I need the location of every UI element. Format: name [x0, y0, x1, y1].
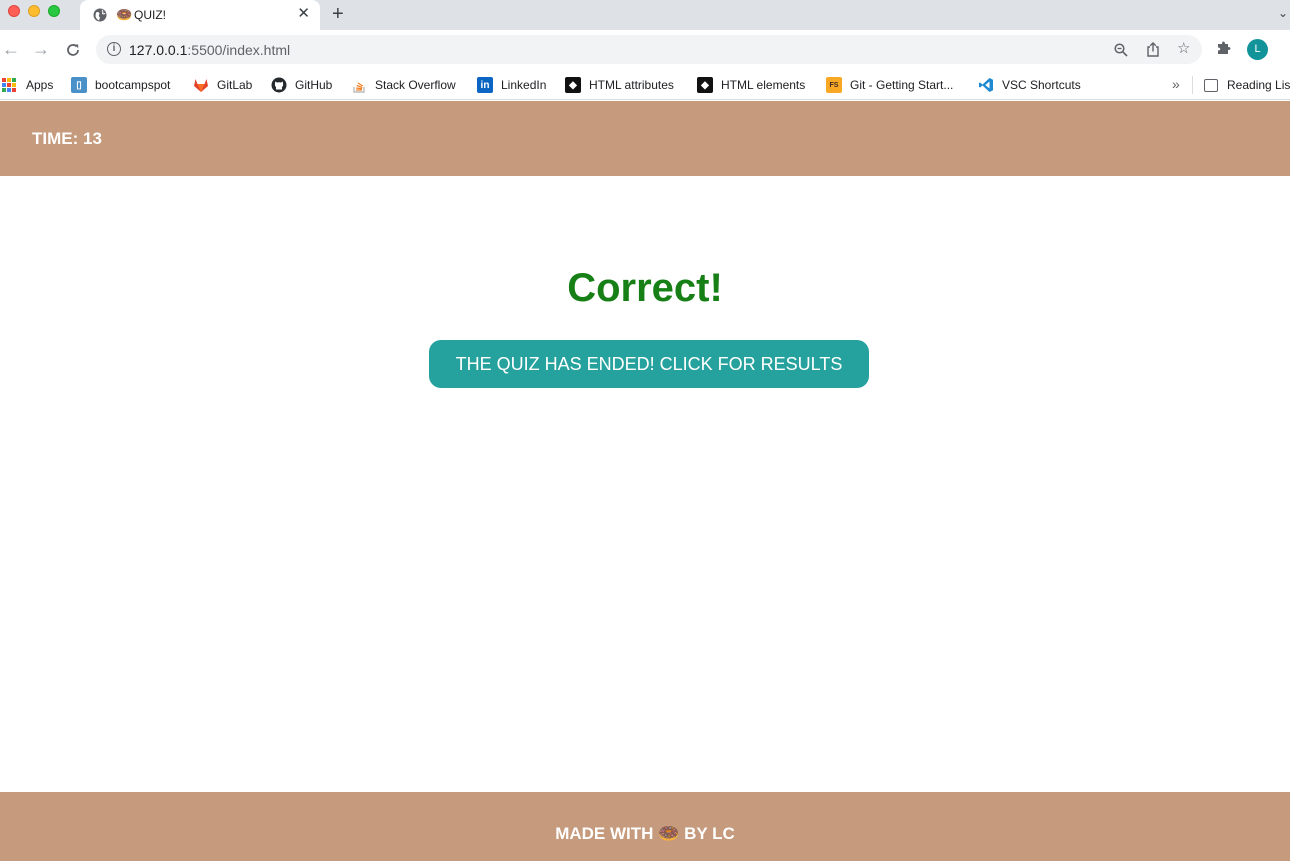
info-icon[interactable]: i [107, 42, 121, 56]
new-tab-button[interactable]: + [332, 3, 344, 25]
stackoverflow-icon [353, 82, 365, 93]
browser-tab-strip: 🍩 QUIZ! ✕ + ⌄ [0, 0, 1290, 30]
minimize-window-button[interactable] [28, 5, 40, 17]
bookmark-bootcampspot[interactable]: ▯ bootcampspot [71, 74, 170, 96]
html-elements-icon: ◆ [697, 77, 713, 93]
chevron-down-icon[interactable]: ⌄ [1278, 6, 1288, 20]
bootcampspot-icon: ▯ [71, 77, 87, 93]
bookmark-label: bootcampspot [95, 78, 171, 92]
git-icon: FS [826, 77, 842, 93]
forward-arrow-icon[interactable]: → [32, 39, 50, 59]
donut-icon: 🍩 [658, 824, 680, 843]
reading-list-label: Reading Lis [1227, 78, 1290, 92]
quiz-footer: MADE WITH 🍩 BY LC [0, 792, 1290, 861]
bookmark-label: Git - Getting Start... [850, 78, 954, 92]
vscode-icon [979, 78, 993, 92]
timer-display: TIME: 13 [32, 129, 102, 148]
linkedin-icon: in [477, 77, 493, 93]
browser-toolbar: ← → i 127.0.0.1:5500/index.html ☆ L ⋮ [0, 30, 1290, 70]
globe-icon [93, 8, 107, 22]
reading-list-button[interactable]: Reading Lis [1204, 74, 1290, 96]
reload-icon[interactable] [65, 42, 81, 58]
bookmark-label: GitHub [295, 78, 333, 92]
bookmark-github[interactable]: GitHub [271, 74, 332, 96]
footer-suffix: BY LC [684, 824, 735, 843]
bookmark-label: VSC Shortcuts [1002, 78, 1081, 92]
github-icon [271, 77, 287, 93]
url-text[interactable]: 127.0.0.1:5500/index.html [129, 42, 290, 58]
tab-title: QUIZ! [134, 8, 166, 22]
bookmark-apps[interactable]: Apps [2, 74, 53, 96]
profile-avatar[interactable]: L [1247, 39, 1268, 60]
more-bookmarks-icon[interactable]: » [1172, 76, 1180, 92]
html-attributes-icon: ◆ [565, 77, 581, 93]
maximize-window-button[interactable] [48, 5, 60, 17]
bookmark-label: GitLab [217, 78, 253, 92]
zoom-icon[interactable] [1114, 43, 1128, 57]
extensions-icon[interactable] [1216, 40, 1231, 55]
bookmark-git[interactable]: FS Git - Getting Start... [826, 74, 953, 96]
browser-tab-active[interactable]: 🍩 QUIZ! ✕ [80, 0, 320, 30]
bookmark-vsc-shortcuts[interactable]: VSC Shortcuts [978, 74, 1081, 96]
bookmark-label: LinkedIn [501, 78, 547, 92]
bookmark-label: HTML attributes [589, 78, 674, 92]
footer-prefix: MADE WITH [555, 824, 654, 843]
apps-grid-icon [2, 78, 16, 92]
bookmark-label: HTML elements [721, 78, 806, 92]
gitlab-icon [194, 79, 208, 92]
bookmarks-bar: Apps ▯ bootcampspot GitLab GitHub Stack … [0, 70, 1290, 100]
answer-feedback: Correct! [567, 266, 723, 310]
bookmark-html-elements[interactable]: ◆ HTML elements [697, 74, 805, 96]
share-icon[interactable] [1146, 42, 1160, 57]
menu-kebab-icon[interactable]: ⋮ [1283, 39, 1290, 59]
close-tab-icon[interactable]: ✕ [297, 6, 310, 22]
close-window-button[interactable] [8, 5, 20, 17]
back-arrow-icon[interactable]: ← [2, 39, 20, 59]
bookmark-html-attributes[interactable]: ◆ HTML attributes [565, 74, 674, 96]
bookmarks-divider [1192, 76, 1193, 94]
donut-icon: 🍩 [116, 7, 133, 22]
star-icon[interactable]: ☆ [1177, 41, 1190, 57]
address-bar[interactable]: i 127.0.0.1:5500/index.html ☆ [96, 35, 1202, 64]
bookmark-label: Stack Overflow [375, 78, 456, 92]
bookmark-label: Apps [26, 78, 54, 92]
footer-credit: MADE WITH 🍩 BY LC [0, 824, 1290, 844]
bookmark-gitlab[interactable]: GitLab [193, 74, 252, 96]
bookmark-stack-overflow[interactable]: Stack Overflow [351, 74, 456, 96]
quiz-header: TIME: 13 [0, 101, 1290, 176]
view-results-button[interactable]: THE QUIZ HAS ENDED! CLICK FOR RESULTS [429, 340, 869, 388]
bookmark-linkedin[interactable]: in LinkedIn [477, 74, 546, 96]
reading-list-icon [1204, 78, 1218, 92]
